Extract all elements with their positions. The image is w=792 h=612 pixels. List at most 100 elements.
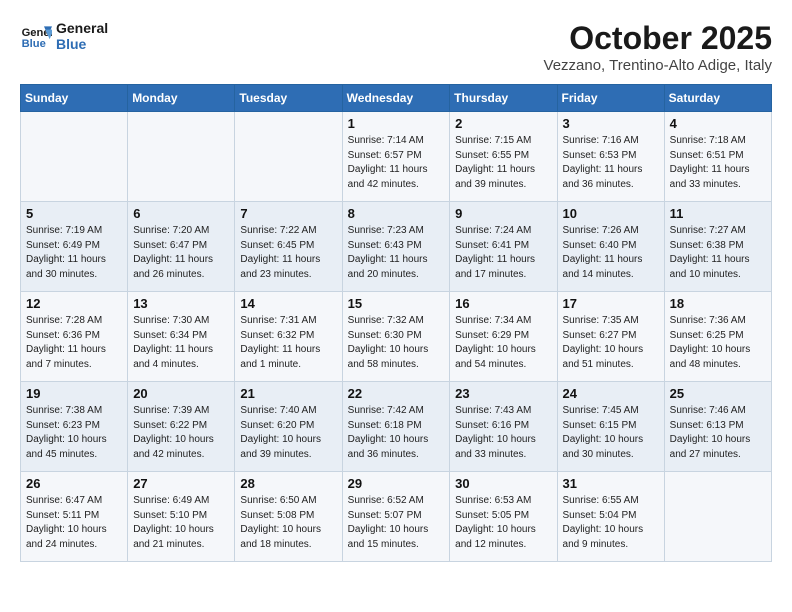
calendar-table: SundayMondayTuesdayWednesdayThursdayFrid…	[20, 84, 772, 562]
day-number: 13	[133, 296, 229, 311]
calendar-cell	[235, 112, 342, 202]
day-info: Sunrise: 6:53 AM Sunset: 5:05 PM Dayligh…	[455, 494, 551, 552]
day-info: Sunrise: 6:47 AM Sunset: 5:11 PM Dayligh…	[26, 494, 122, 552]
day-info: Sunrise: 7:24 AM Sunset: 6:41 PM Dayligh…	[455, 224, 551, 282]
day-info: Sunrise: 7:40 AM Sunset: 6:20 PM Dayligh…	[240, 404, 336, 462]
calendar-cell: 28Sunrise: 6:50 AM Sunset: 5:08 PM Dayli…	[235, 472, 342, 562]
calendar-cell: 27 Sunrise: 6:49 AM Sunset: 5:10 PM Dayli…	[128, 472, 235, 562]
day-number: 31	[563, 476, 659, 491]
day-info: Sunrise: 7:30 AM Sunset: 6:34 PM Dayligh…	[133, 314, 229, 372]
calendar-cell: 25 Sunrise: 7:46 AM Sunset: 6:13 PM Dayli…	[664, 382, 771, 472]
calendar-cell: 4 Sunrise: 7:18 AM Sunset: 6:51 PM Daylig…	[664, 112, 771, 202]
day-number: 9	[455, 206, 551, 221]
calendar-cell: 30 Sunrise: 6:53 AM Sunset: 5:05 PM Dayli…	[450, 472, 557, 562]
calendar-cell	[128, 112, 235, 202]
day-info: Sunrise: 7:27 AM Sunset: 6:38 PM Dayligh…	[670, 224, 766, 282]
week-row-1: 1 Sunrise: 7:14 AM Sunset: 6:57 PM Daylig…	[21, 112, 772, 202]
day-number: 21	[240, 386, 336, 401]
day-number: 20	[133, 386, 229, 401]
day-info: Sunrise: 6:55 AM Sunset: 5:04 PM Dayligh…	[563, 494, 659, 552]
calendar-cell: 8 Sunrise: 7:23 AM Sunset: 6:43 PM Daylig…	[342, 202, 450, 292]
day-info: Sunrise: 7:38 AM Sunset: 6:23 PM Dayligh…	[26, 404, 122, 462]
day-info: Sunrise: 7:19 AM Sunset: 6:49 PM Dayligh…	[26, 224, 122, 282]
day-number: 27	[133, 476, 229, 491]
day-info: Sunrise: 7:46 AM Sunset: 6:13 PM Dayligh…	[670, 404, 766, 462]
day-number: 6	[133, 206, 229, 221]
day-number: 3	[563, 116, 659, 131]
week-row-5: 26 Sunrise: 6:47 AM Sunset: 5:11 PM Dayli…	[21, 472, 772, 562]
header-day-sunday: Sunday	[21, 85, 128, 112]
calendar-cell: 17Sunrise: 7:35 AM Sunset: 6:27 PM Dayli…	[557, 292, 664, 382]
day-number: 18	[670, 296, 766, 311]
day-info: Sunrise: 7:18 AM Sunset: 6:51 PM Dayligh…	[670, 134, 766, 192]
logo: General Blue General Blue	[20, 20, 108, 52]
day-info: Sunrise: 6:50 AM Sunset: 5:08 PM Dayligh…	[240, 494, 336, 552]
week-row-2: 5 Sunrise: 7:19 AM Sunset: 6:49 PM Daylig…	[21, 202, 772, 292]
day-info: Sunrise: 7:42 AM Sunset: 6:18 PM Dayligh…	[348, 404, 445, 462]
calendar-cell: 9 Sunrise: 7:24 AM Sunset: 6:41 PM Daylig…	[450, 202, 557, 292]
day-info: Sunrise: 7:28 AM Sunset: 6:36 PM Dayligh…	[26, 314, 122, 372]
calendar-cell: 23Sunrise: 7:43 AM Sunset: 6:16 PM Dayli…	[450, 382, 557, 472]
day-info: Sunrise: 7:20 AM Sunset: 6:47 PM Dayligh…	[133, 224, 229, 282]
logo-text-line1: General	[56, 20, 108, 36]
header-day-monday: Monday	[128, 85, 235, 112]
day-info: Sunrise: 7:31 AM Sunset: 6:32 PM Dayligh…	[240, 314, 336, 372]
calendar-cell: 3 Sunrise: 7:16 AM Sunset: 6:53 PM Daylig…	[557, 112, 664, 202]
day-info: Sunrise: 7:45 AM Sunset: 6:15 PM Dayligh…	[563, 404, 659, 462]
calendar-cell: 15 Sunrise: 7:32 AM Sunset: 6:30 PM Dayli…	[342, 292, 450, 382]
calendar-cell	[664, 472, 771, 562]
day-number: 2	[455, 116, 551, 131]
calendar-cell: 19 Sunrise: 7:38 AM Sunset: 6:23 PM Dayli…	[21, 382, 128, 472]
calendar-title: October 2025	[544, 20, 772, 57]
day-info: Sunrise: 7:15 AM Sunset: 6:55 PM Dayligh…	[455, 134, 551, 192]
calendar-cell: 21 Sunrise: 7:40 AM Sunset: 6:20 PM Dayli…	[235, 382, 342, 472]
day-info: Sunrise: 7:22 AM Sunset: 6:45 PM Dayligh…	[240, 224, 336, 282]
day-number: 14	[240, 296, 336, 311]
week-row-4: 19 Sunrise: 7:38 AM Sunset: 6:23 PM Dayli…	[21, 382, 772, 472]
calendar-cell: 10Sunrise: 7:26 AM Sunset: 6:40 PM Dayli…	[557, 202, 664, 292]
header-day-wednesday: Wednesday	[342, 85, 450, 112]
day-number: 11	[670, 206, 766, 221]
day-info: Sunrise: 7:34 AM Sunset: 6:29 PM Dayligh…	[455, 314, 551, 372]
header-day-thursday: Thursday	[450, 85, 557, 112]
day-number: 29	[348, 476, 445, 491]
day-info: Sunrise: 7:32 AM Sunset: 6:30 PM Dayligh…	[348, 314, 445, 372]
header-day-tuesday: Tuesday	[235, 85, 342, 112]
day-info: Sunrise: 6:52 AM Sunset: 5:07 PM Dayligh…	[348, 494, 445, 552]
day-info: Sunrise: 7:23 AM Sunset: 6:43 PM Dayligh…	[348, 224, 445, 282]
calendar-cell: 18 Sunrise: 7:36 AM Sunset: 6:25 PM Dayli…	[664, 292, 771, 382]
calendar-cell: 5 Sunrise: 7:19 AM Sunset: 6:49 PM Daylig…	[21, 202, 128, 292]
day-info: Sunrise: 6:49 AM Sunset: 5:10 PM Dayligh…	[133, 494, 229, 552]
calendar-subtitle: Vezzano, Trentino-Alto Adige, Italy	[544, 57, 772, 74]
day-number: 30	[455, 476, 551, 491]
day-number: 8	[348, 206, 445, 221]
header-day-saturday: Saturday	[664, 85, 771, 112]
calendar-cell: 31 Sunrise: 6:55 AM Sunset: 5:04 PM Dayli…	[557, 472, 664, 562]
calendar-cell: 2 Sunrise: 7:15 AM Sunset: 6:55 PM Daylig…	[450, 112, 557, 202]
day-number: 5	[26, 206, 122, 221]
calendar-cell: 20 Sunrise: 7:39 AM Sunset: 6:22 PM Dayli…	[128, 382, 235, 472]
day-number: 26	[26, 476, 122, 491]
week-row-3: 12 Sunrise: 7:28 AM Sunset: 6:36 PM Dayli…	[21, 292, 772, 382]
day-number: 25	[670, 386, 766, 401]
day-number: 1	[348, 116, 445, 131]
day-number: 4	[670, 116, 766, 131]
calendar-cell: 11 Sunrise: 7:27 AM Sunset: 6:38 PM Dayli…	[664, 202, 771, 292]
day-info: Sunrise: 7:14 AM Sunset: 6:57 PM Dayligh…	[348, 134, 445, 192]
page-header: General Blue General Blue October 2025 V…	[20, 20, 772, 74]
day-number: 7	[240, 206, 336, 221]
day-number: 23	[455, 386, 551, 401]
calendar-cell: 24Sunrise: 7:45 AM Sunset: 6:15 PM Dayli…	[557, 382, 664, 472]
day-info: Sunrise: 7:16 AM Sunset: 6:53 PM Dayligh…	[563, 134, 659, 192]
logo-icon: General Blue	[20, 20, 52, 52]
calendar-cell: 16Sunrise: 7:34 AM Sunset: 6:29 PM Dayli…	[450, 292, 557, 382]
day-info: Sunrise: 7:39 AM Sunset: 6:22 PM Dayligh…	[133, 404, 229, 462]
calendar-cell: 13 Sunrise: 7:30 AM Sunset: 6:34 PM Dayli…	[128, 292, 235, 382]
calendar-cell: 26 Sunrise: 6:47 AM Sunset: 5:11 PM Dayli…	[21, 472, 128, 562]
calendar-cell	[21, 112, 128, 202]
day-number: 12	[26, 296, 122, 311]
day-number: 17	[563, 296, 659, 311]
day-info: Sunrise: 7:36 AM Sunset: 6:25 PM Dayligh…	[670, 314, 766, 372]
day-number: 19	[26, 386, 122, 401]
day-number: 15	[348, 296, 445, 311]
